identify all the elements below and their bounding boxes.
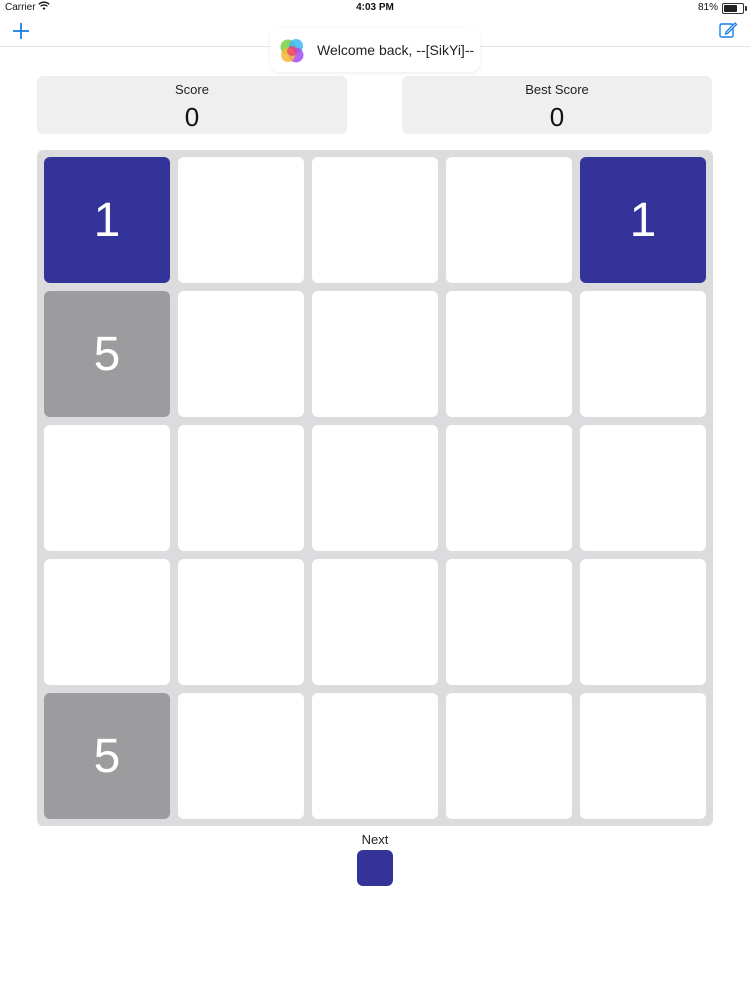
next-tile-area: Next [37, 826, 713, 890]
tile-1: 1 [580, 157, 706, 283]
score-label: Score [175, 82, 209, 97]
best-score-label: Best Score [525, 82, 589, 97]
empty-cell [446, 291, 572, 417]
empty-cell [580, 559, 706, 685]
empty-cell [446, 425, 572, 551]
empty-cell [178, 157, 304, 283]
welcome-message: Welcome back, --[SikYi]-- [317, 42, 475, 58]
tile-1: 1 [44, 157, 170, 283]
battery-percentage: 81% [697, 2, 718, 13]
tile-5: 5 [44, 291, 170, 417]
empty-cell [446, 693, 572, 819]
empty-cell [580, 425, 706, 551]
compose-icon[interactable] [718, 20, 740, 42]
empty-cell [178, 425, 304, 551]
score-value: 0 [184, 102, 200, 132]
battery-icon [722, 3, 747, 14]
empty-cell [312, 693, 438, 819]
empty-cell [178, 291, 304, 417]
empty-cell [312, 559, 438, 685]
tile-5: 5 [44, 693, 170, 819]
empty-cell [178, 693, 304, 819]
next-tile [357, 850, 393, 886]
game-board[interactable]: 1155 [37, 150, 713, 826]
score-panel: Score 0 [37, 76, 347, 134]
empty-cell [580, 291, 706, 417]
plus-icon[interactable] [10, 18, 32, 42]
next-label: Next [361, 832, 389, 847]
game-center-banner: Welcome back, --[SikYi]-- [270, 28, 480, 72]
empty-cell [312, 291, 438, 417]
empty-cell [312, 425, 438, 551]
status-bar: Carrier 4:03 PM 81% [0, 0, 750, 16]
clock: 4:03 PM [356, 2, 394, 13]
best-score-value: 0 [549, 102, 565, 132]
empty-cell [580, 693, 706, 819]
empty-cell [312, 157, 438, 283]
empty-cell [44, 559, 170, 685]
empty-cell [178, 559, 304, 685]
empty-cell [446, 559, 572, 685]
empty-cell [44, 425, 170, 551]
game-center-icon [278, 37, 306, 65]
empty-cell [446, 157, 572, 283]
best-score-panel: Best Score 0 [402, 76, 712, 134]
